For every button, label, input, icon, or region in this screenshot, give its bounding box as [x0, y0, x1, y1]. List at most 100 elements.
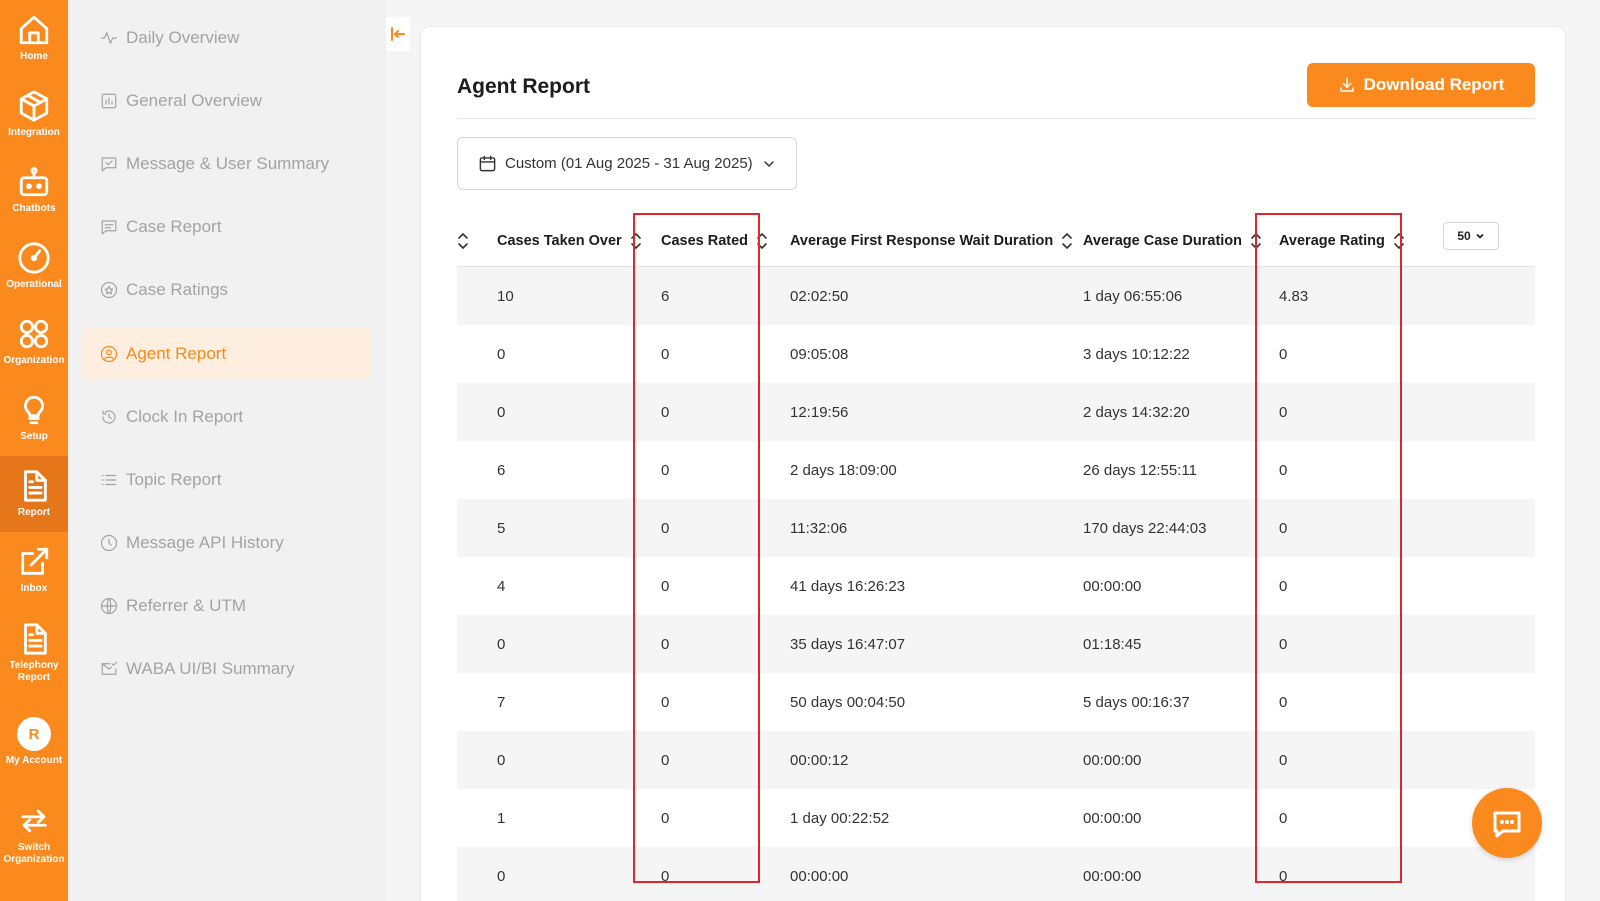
- avatar: R: [17, 717, 51, 751]
- table-cell: 0: [1279, 461, 1288, 479]
- table-row: 0 0 00:00:00 00:00:00 0: [457, 847, 1535, 901]
- subnav-item-clock-in-report[interactable]: Clock In Report: [82, 391, 372, 443]
- table-cell: 0: [497, 403, 506, 421]
- table-row: 10 6 02:02:50 1 day 06:55:06 4.83: [457, 267, 1535, 325]
- subnav-item-agent-report[interactable]: Agent Report: [82, 328, 372, 380]
- subnav-item-waba-summary[interactable]: WABA UI/BI Summary: [82, 643, 372, 695]
- column-header-avg-case-duration: Average Case Duration: [1083, 215, 1262, 267]
- download-report-label: Download Report: [1363, 75, 1505, 94]
- rail-item-label: Chatbots: [12, 203, 56, 214]
- rail-item-organization[interactable]: Organization: [0, 304, 68, 380]
- chat-widget-button[interactable]: [1472, 788, 1542, 858]
- table-cell: 4: [497, 577, 506, 595]
- table-cell: 0: [497, 867, 506, 885]
- column-header-label: Average Case Duration: [1083, 233, 1243, 249]
- subnav-item-label: Case Ratings: [126, 280, 229, 299]
- subnav-item-label: Topic Report: [126, 470, 222, 489]
- gauge-icon: [18, 242, 50, 274]
- table-cell: 0: [661, 345, 670, 363]
- rail-item-report[interactable]: Report: [0, 456, 68, 532]
- table-cell: 09:05:08: [790, 345, 849, 363]
- rail-item-telephony-report[interactable]: Telephony Report: [0, 608, 68, 698]
- table-cell: 0: [1279, 809, 1288, 827]
- sort-button[interactable]: [630, 232, 642, 250]
- subnav-item-label: Daily Overview: [126, 28, 240, 47]
- rail-item-label: Organization: [3, 355, 65, 366]
- rail-item-label: Integration: [8, 127, 60, 138]
- table-cell: 00:00:12: [790, 751, 849, 769]
- table-cell: 0: [661, 693, 670, 711]
- subnav-item-case-ratings[interactable]: Case Ratings: [82, 264, 372, 316]
- sort-button[interactable]: [457, 232, 469, 250]
- document-icon: [24, 470, 47, 502]
- collapse-sidebar-button[interactable]: [386, 17, 410, 51]
- rail-item-label: My Account: [5, 755, 63, 766]
- subnav-item-referrer-utm[interactable]: Referrer & UTM: [82, 580, 372, 632]
- column-header-avg-first-response: Average First Response Wait Duration: [790, 215, 1073, 267]
- star-circle-icon: [100, 281, 118, 299]
- history-icon: [100, 534, 118, 552]
- switch-icon: [21, 809, 47, 833]
- table-cell: 0: [1279, 519, 1288, 537]
- table-cell: 00:00:00: [790, 867, 849, 885]
- date-range-dropdown[interactable]: Custom (01 Aug 2025 - 31 Aug 2025): [457, 137, 797, 190]
- table-cell: 0: [1279, 751, 1288, 769]
- column-header-label: Cases Taken Over: [497, 233, 622, 249]
- column-header-partial: [457, 215, 469, 267]
- rail-item-label: Home: [20, 51, 48, 62]
- table-cell: 170 days 22:44:03: [1083, 519, 1207, 537]
- subnav-item-message-user-summary[interactable]: Message & User Summary: [82, 138, 372, 190]
- download-report-button[interactable]: Download Report: [1307, 63, 1535, 107]
- sort-icon: [1251, 233, 1261, 249]
- table-cell: 6: [497, 461, 506, 479]
- subnav-item-label: General Overview: [126, 91, 263, 110]
- date-range-value: Custom (01 Aug 2025 - 31 Aug 2025): [505, 155, 753, 172]
- subnav-item-daily-overview[interactable]: Daily Overview: [82, 12, 372, 64]
- rail-item-operational[interactable]: Operational: [0, 228, 68, 304]
- subnav-item-label: WABA UI/BI Summary: [126, 659, 295, 678]
- subnav-item-topic-report[interactable]: Topic Report: [82, 454, 372, 506]
- rail-item-my-account[interactable]: R My Account: [0, 704, 68, 780]
- rail-item-switch-organization[interactable]: Switch Organization: [0, 790, 68, 880]
- table-cell: 5: [497, 519, 506, 537]
- sort-icon: [630, 233, 641, 249]
- globe-icon: [100, 597, 118, 615]
- table-row: 6 0 2 days 18:09:00 26 days 12:55:11 0: [457, 441, 1535, 499]
- column-header-cases-taken-over: Cases Taken Over: [497, 215, 642, 267]
- rail-item-integration[interactable]: Integration: [0, 76, 68, 152]
- rail-item-setup[interactable]: Setup: [0, 380, 68, 456]
- mail-check-icon: [101, 661, 118, 675]
- table-cell: 00:00:00: [1083, 577, 1142, 595]
- rail-item-inbox[interactable]: Inbox: [0, 532, 68, 608]
- table-cell: 26 days 12:55:11: [1083, 461, 1197, 479]
- message-lines-icon: [101, 220, 117, 235]
- table-cell: 0: [661, 461, 670, 479]
- grid-circles-icon: [19, 319, 49, 349]
- table-cell: 02:02:50: [790, 287, 849, 305]
- sort-button[interactable]: [1393, 232, 1405, 250]
- rail-item-label: Switch Organization: [3, 842, 65, 865]
- sort-icon: [1062, 233, 1073, 249]
- page-title: Agent Report: [457, 75, 590, 98]
- sort-button[interactable]: [1250, 232, 1262, 250]
- table-cell: 10: [497, 287, 514, 305]
- page-size-select[interactable]: 50: [1443, 222, 1499, 250]
- rail-item-home[interactable]: Home: [0, 0, 68, 76]
- rail-item-chatbots[interactable]: Chatbots: [0, 152, 68, 228]
- agent-report-card: Agent Report Download Report Custom (01 …: [420, 26, 1566, 901]
- table-row: 5 0 11:32:06 170 days 22:44:03 0: [457, 499, 1535, 557]
- sort-icon: [458, 233, 468, 249]
- rail-item-label: Operational: [6, 279, 62, 290]
- table-cell: 0: [497, 345, 506, 363]
- table-cell: 01:18:45: [1083, 635, 1142, 653]
- report-subnav: Daily Overview General Overview Message …: [68, 0, 386, 901]
- subnav-item-message-api-history[interactable]: Message API History: [82, 517, 372, 569]
- subnav-item-label: Referrer & UTM: [126, 596, 246, 615]
- table-cell: 0: [661, 577, 670, 595]
- table-cell: 0: [1279, 577, 1288, 595]
- subnav-item-general-overview[interactable]: General Overview: [82, 75, 372, 127]
- sort-button[interactable]: [1061, 232, 1073, 250]
- subnav-item-case-report[interactable]: Case Report: [82, 201, 372, 253]
- sort-button[interactable]: [756, 232, 768, 250]
- download-icon: [1339, 77, 1354, 92]
